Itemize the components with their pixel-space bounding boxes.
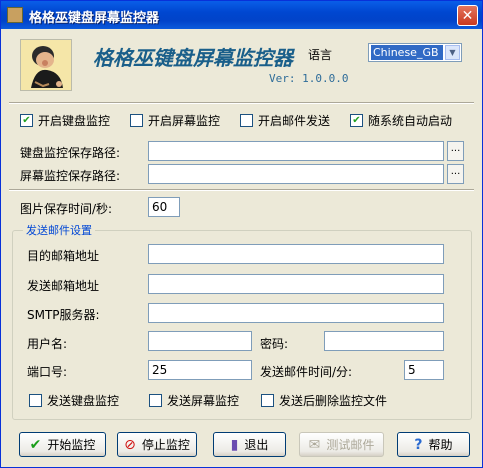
start-monitor-button[interactable]: ✔ 开始监控: [19, 432, 106, 457]
exit-label: 退出: [244, 438, 269, 452]
title-bar[interactable]: 格格巫键盘屏幕监控器 ✕: [1, 1, 482, 29]
checkbox-unchecked-icon[interactable]: [261, 394, 274, 407]
checkbox-checked-icon[interactable]: ✔: [20, 114, 33, 127]
close-button[interactable]: ✕: [457, 5, 478, 26]
checkbox-unchecked-icon[interactable]: [240, 114, 253, 127]
help-icon: ?: [414, 436, 423, 453]
test-mail-label: 测试邮件: [326, 438, 375, 452]
checkbox-unchecked-icon[interactable]: [130, 114, 143, 127]
stop-monitor-label: 停止监控: [141, 438, 190, 452]
keyboard-path-label: 键盘监控保存路径:: [20, 146, 121, 160]
screen-path-label: 屏幕监控保存路径:: [20, 169, 121, 183]
smtp-label: SMTP服务器:: [27, 308, 100, 322]
screen-path-input[interactable]: [148, 164, 444, 184]
stop-icon: ⊘: [124, 436, 136, 453]
autostart-checkbox[interactable]: ✔ 随系统自动启动: [350, 112, 452, 129]
checkbox-unchecked-icon[interactable]: [149, 394, 162, 407]
screen-path-browse-button[interactable]: ...: [447, 164, 464, 184]
image-interval-input[interactable]: 60: [148, 197, 180, 217]
language-label: 语言: [308, 48, 333, 62]
screen-monitor-label: 开启屏幕监控: [148, 114, 221, 128]
gargamel-icon: [21, 40, 71, 90]
chevron-down-icon[interactable]: ▼: [445, 45, 460, 60]
smtp-input[interactable]: [148, 303, 444, 323]
to-address-label: 目的邮箱地址: [27, 249, 100, 263]
autostart-label: 随系统自动启动: [368, 114, 453, 128]
window-title: 格格巫键盘屏幕监控器: [29, 11, 160, 26]
checkbox-checked-icon[interactable]: ✔: [350, 114, 363, 127]
delete-after-send-label: 发送后删除监控文件: [279, 394, 388, 408]
from-address-label: 发送邮箱地址: [27, 279, 100, 293]
username-input[interactable]: [148, 331, 252, 351]
checkmark-icon: ✔: [29, 436, 42, 453]
exit-button[interactable]: ▮ 退出: [213, 432, 286, 457]
from-address-input[interactable]: [148, 274, 444, 294]
language-value: Chinese_GB: [371, 45, 443, 60]
exit-door-icon: ▮: [230, 436, 239, 453]
image-interval-label: 图片保存时间/秒:: [20, 202, 113, 216]
port-input[interactable]: 25: [148, 360, 252, 380]
stop-monitor-button[interactable]: ⊘ 停止监控: [117, 432, 197, 457]
divider: [9, 189, 474, 191]
password-label: 密码:: [260, 337, 289, 351]
username-label: 用户名:: [27, 337, 68, 351]
keyboard-monitor-label: 开启键盘监控: [38, 114, 111, 128]
language-select[interactable]: Chinese_GB ▼: [368, 43, 462, 62]
send-screen-checkbox[interactable]: 发送屏幕监控: [149, 392, 239, 409]
mail-send-label: 开启邮件发送: [258, 114, 331, 128]
send-keyboard-label: 发送键盘监控: [47, 394, 120, 408]
password-input[interactable]: [324, 331, 444, 351]
mail-send-checkbox[interactable]: 开启邮件发送: [240, 112, 330, 129]
mail-icon: ✉: [308, 436, 321, 453]
app-banner: 格格巫键盘屏幕监控器: [93, 46, 293, 70]
send-screen-label: 发送屏幕监控: [167, 394, 240, 408]
mail-interval-label: 发送邮件时间/分:: [260, 365, 353, 379]
help-button[interactable]: ? 帮助: [397, 432, 470, 457]
version-label: Ver: 1.0.0.0: [269, 72, 349, 85]
keyboard-path-browse-button[interactable]: ...: [447, 141, 464, 161]
keyboard-monitor-checkbox[interactable]: ✔ 开启键盘监控: [20, 112, 110, 129]
app-icon: [7, 7, 23, 23]
divider: [9, 102, 474, 104]
logo-image: [20, 39, 72, 91]
delete-after-send-checkbox[interactable]: 发送后删除监控文件: [261, 392, 387, 409]
mail-interval-input[interactable]: 5: [404, 360, 444, 380]
help-label: 帮助: [428, 438, 453, 452]
main-window: 格格巫键盘屏幕监控器 ✕ 格格巫键盘屏幕监控器 语言 Chinese_GB ▼ …: [0, 0, 483, 468]
port-label: 端口号:: [27, 365, 68, 379]
start-monitor-label: 开始监控: [47, 438, 96, 452]
mail-settings-title: 发送邮件设置: [23, 222, 95, 238]
test-mail-button[interactable]: ✉ 测试邮件: [299, 432, 384, 457]
screen-monitor-checkbox[interactable]: 开启屏幕监控: [130, 112, 220, 129]
to-address-input[interactable]: [148, 244, 444, 264]
checkbox-unchecked-icon[interactable]: [29, 394, 42, 407]
send-keyboard-checkbox[interactable]: 发送键盘监控: [29, 392, 119, 409]
keyboard-path-input[interactable]: [148, 141, 444, 161]
